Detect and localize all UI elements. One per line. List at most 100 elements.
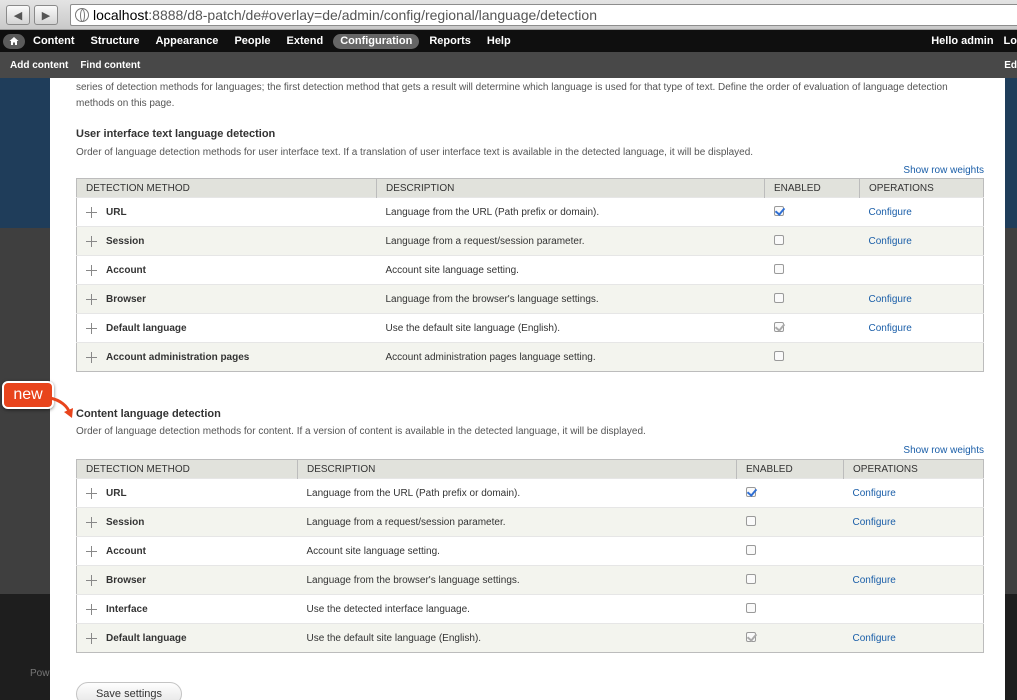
operations-cell: Configure (843, 623, 984, 653)
toolbar-configuration[interactable]: Configuration (333, 33, 420, 49)
method-cell: Account administration pages (76, 342, 377, 372)
forward-button[interactable]: ▶ (34, 5, 58, 25)
method-cell: Session (76, 226, 377, 256)
method-label: Account administration pages (106, 351, 250, 363)
enabled-checkbox[interactable] (773, 234, 784, 245)
shortcut-edit[interactable]: Ed (1004, 60, 1017, 71)
operations-cell (843, 594, 984, 624)
ui-section-title: User interface text language detection (76, 128, 276, 140)
table-row: URL Language from the URL (Path prefix or… (76, 197, 984, 227)
column-header: DESCRIPTION (376, 178, 765, 198)
toolbar-content[interactable]: Content (25, 30, 83, 52)
drag-handle-icon[interactable] (86, 351, 97, 363)
ui-show-row-weights[interactable]: Show row weights (903, 165, 984, 176)
drag-handle-icon[interactable] (86, 545, 97, 557)
column-header: ENABLED (736, 459, 844, 479)
toolbar-logout[interactable]: Lo (1002, 30, 1017, 52)
back-button[interactable]: ◀ (6, 5, 30, 25)
drag-handle-icon[interactable] (86, 487, 97, 499)
new-callout: new (2, 381, 54, 409)
method-label: Session (106, 516, 145, 528)
configure-link[interactable]: Configure (853, 633, 896, 644)
shortcut-find-content[interactable]: Find content (74, 60, 146, 71)
table-row: Session Language from a request/session p… (76, 226, 984, 256)
toolbar-appearance[interactable]: Appearance (147, 30, 226, 52)
description-cell: Account site language setting. (376, 255, 765, 285)
url-bar[interactable]: localhost:8888/d8-patch/de#overlay=de/ad… (70, 4, 1017, 26)
configure-link[interactable]: Configure (853, 575, 896, 586)
enabled-checkbox (745, 631, 756, 642)
description-cell: Use the default site language (English). (376, 313, 765, 343)
column-header: DETECTION METHOD (76, 459, 298, 479)
method-cell: Account (76, 255, 377, 285)
enabled-checkbox[interactable] (745, 515, 756, 526)
operations-cell: Configure (859, 284, 984, 314)
toolbar-structure[interactable]: Structure (83, 30, 148, 52)
ui-detection-table: DETECTION METHOD DESCRIPTION ENABLED OPE… (76, 178, 984, 372)
save-settings-button[interactable]: Save settings (76, 682, 182, 700)
configure-link[interactable]: Configure (869, 323, 912, 334)
drag-handle-icon[interactable] (86, 603, 97, 615)
method-cell: Session (76, 507, 298, 537)
description-cell: Language from the browser's language set… (297, 565, 737, 595)
configure-link[interactable]: Configure (853, 517, 896, 528)
enabled-checkbox[interactable] (745, 544, 756, 555)
configure-link[interactable]: Configure (869, 207, 912, 218)
column-header: ENABLED (764, 178, 860, 198)
toolbar-reports[interactable]: Reports (421, 30, 479, 52)
configure-link[interactable]: Configure (869, 294, 912, 305)
method-cell: Account (76, 536, 298, 566)
drag-handle-icon[interactable] (86, 632, 97, 644)
enabled-cell (764, 342, 860, 372)
toolbar-people[interactable]: People (226, 30, 278, 52)
drag-handle-icon[interactable] (86, 293, 97, 305)
table-row: Session Language from a request/session p… (76, 507, 984, 537)
content-detection-table: DETECTION METHOD DESCRIPTION ENABLED OPE… (76, 459, 984, 653)
drag-handle-icon[interactable] (86, 264, 97, 276)
column-header: DESCRIPTION (297, 459, 737, 479)
drag-handle-icon[interactable] (86, 206, 97, 218)
column-header: OPERATIONS (843, 459, 984, 479)
method-cell: Default language (76, 623, 298, 653)
table-row: Account Account site language setting. (76, 536, 984, 566)
enabled-cell (764, 313, 860, 343)
table-row: Account Account site language setting. (76, 255, 984, 285)
toolbar-user[interactable]: Hello admin (923, 30, 1001, 52)
enabled-cell (736, 507, 844, 537)
method-label: Default language (106, 322, 187, 334)
enabled-cell (764, 226, 860, 256)
drag-handle-icon[interactable] (86, 574, 97, 586)
configure-link[interactable]: Configure (869, 236, 912, 247)
shortcut-add-content[interactable]: Add content (0, 60, 74, 71)
enabled-cell (764, 284, 860, 314)
enabled-cell (764, 197, 860, 227)
enabled-checkbox[interactable] (773, 205, 784, 216)
toolbar-extend[interactable]: Extend (279, 30, 332, 52)
description-cell: Account administration pages language se… (376, 342, 765, 372)
toolbar-help[interactable]: Help (479, 30, 519, 52)
configure-link[interactable]: Configure (853, 488, 896, 499)
enabled-checkbox[interactable] (773, 263, 784, 274)
enabled-checkbox[interactable] (745, 486, 756, 497)
drag-handle-icon[interactable] (86, 322, 97, 334)
method-label: Account (106, 264, 146, 276)
operations-cell: Configure (843, 507, 984, 537)
url-host: localhost (93, 7, 149, 23)
enabled-checkbox[interactable] (773, 292, 784, 303)
enabled-checkbox[interactable] (745, 602, 756, 613)
home-icon[interactable] (3, 33, 25, 49)
enabled-checkbox[interactable] (773, 350, 784, 361)
method-label: Default language (106, 632, 187, 644)
admin-toolbar: Content Structure Appearance People Exte… (0, 30, 1017, 52)
enabled-cell (764, 255, 860, 285)
operations-cell: Configure (843, 478, 984, 508)
intro-text: series of detection methods for language… (76, 82, 948, 109)
method-label: URL (106, 206, 127, 218)
column-header: DETECTION METHOD (76, 178, 377, 198)
drag-handle-icon[interactable] (86, 235, 97, 247)
enabled-checkbox[interactable] (745, 573, 756, 584)
content-show-row-weights[interactable]: Show row weights (903, 445, 984, 456)
table-row: Account administration pages Account admi… (76, 342, 984, 372)
enabled-cell (736, 565, 844, 595)
drag-handle-icon[interactable] (86, 516, 97, 528)
